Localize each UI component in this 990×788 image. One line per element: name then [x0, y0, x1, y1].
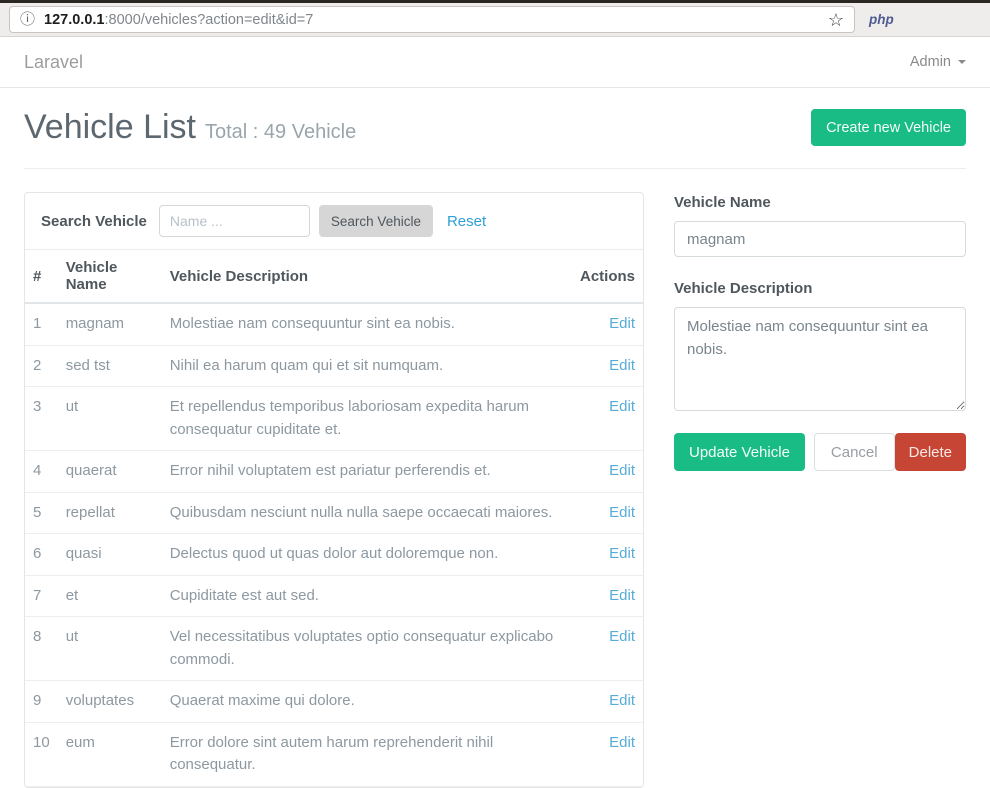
vehicle-name-label: Vehicle Name: [674, 194, 966, 211]
edit-link[interactable]: Edit: [609, 315, 635, 332]
header-number: #: [25, 250, 58, 303]
url-text[interactable]: 127.0.0.1:8000/vehicles?action=edit&id=7: [44, 12, 313, 28]
vehicle-description-cell: Et repellendus temporibus laboriosam exp…: [162, 387, 572, 451]
edit-link[interactable]: Edit: [609, 587, 635, 604]
search-label: Search Vehicle: [41, 213, 147, 230]
table-row: 4 quaerat Error nihil voluptatem est par…: [25, 451, 643, 493]
delete-button[interactable]: Delete: [895, 433, 966, 471]
edit-vehicle-form: Vehicle Name Vehicle Description Molesti…: [674, 192, 966, 788]
search-input[interactable]: [159, 205, 310, 237]
row-number: 10: [25, 722, 58, 786]
edit-link[interactable]: Edit: [609, 504, 635, 521]
row-number: 3: [25, 387, 58, 451]
vehicle-description-cell: Error dolore sint autem harum reprehende…: [162, 722, 572, 786]
header-vehicle-description: Vehicle Description: [162, 250, 572, 303]
table-row: 7 et Cupiditate est aut sed. Edit: [25, 575, 643, 617]
vehicle-description-cell: Quibusdam nesciunt nulla nulla saepe occ…: [162, 492, 572, 534]
vehicle-description-cell: Molestiae nam consequuntur sint ea nobis…: [162, 303, 572, 345]
edit-link[interactable]: Edit: [609, 692, 635, 709]
row-number: 4: [25, 451, 58, 493]
reset-link[interactable]: Reset: [447, 213, 486, 230]
site-info-icon[interactable]: ⓘ: [20, 12, 35, 27]
row-number: 2: [25, 345, 58, 387]
vehicle-description-cell: Error nihil voluptatem est pariatur perf…: [162, 451, 572, 493]
table-row: 1 magnam Molestiae nam consequuntur sint…: [25, 303, 643, 345]
create-new-vehicle-button[interactable]: Create new Vehicle: [811, 109, 966, 146]
header-vehicle-name: Vehicle Name: [58, 250, 162, 303]
search-bar: Search Vehicle Search Vehicle Reset: [25, 193, 643, 250]
search-vehicle-button[interactable]: Search Vehicle: [319, 205, 433, 237]
bookmark-star-icon[interactable]: ☆: [828, 11, 844, 29]
page-title: Vehicle List Total : 49 Vehicle: [24, 108, 356, 147]
vehicle-name-cell: voluptates: [58, 681, 162, 723]
vehicle-description-cell: Cupiditate est aut sed.: [162, 575, 572, 617]
table-row: 9 voluptates Quaerat maxime qui dolore. …: [25, 681, 643, 723]
vehicle-description-label: Vehicle Description: [674, 280, 966, 297]
vehicle-name-cell: eum: [58, 722, 162, 786]
row-number: 7: [25, 575, 58, 617]
vehicle-description-cell: Quaerat maxime qui dolore.: [162, 681, 572, 723]
row-number: 5: [25, 492, 58, 534]
edit-link[interactable]: Edit: [609, 462, 635, 479]
brand-link[interactable]: Laravel: [24, 52, 83, 73]
admin-dropdown-label: Admin: [910, 54, 951, 70]
total-count: Total : 49 Vehicle: [205, 121, 356, 143]
vehicle-name-cell: repellat: [58, 492, 162, 534]
table-row: 6 quasi Delectus quod ut quas dolor aut …: [25, 534, 643, 576]
vehicle-description-cell: Delectus quod ut quas dolor aut doloremq…: [162, 534, 572, 576]
vehicle-name-cell: quasi: [58, 534, 162, 576]
url-path: :8000/vehicles?action=edit&id=7: [105, 12, 314, 28]
page-header: Vehicle List Total : 49 Vehicle Create ne…: [24, 88, 966, 169]
php-extension-icon[interactable]: php: [869, 12, 894, 27]
edit-link[interactable]: Edit: [609, 734, 635, 751]
edit-link[interactable]: Edit: [609, 398, 635, 415]
url-host: 127.0.0.1: [44, 12, 104, 28]
vehicle-list-panel: Search Vehicle Search Vehicle Reset # Ve…: [24, 192, 644, 788]
page-title-text: Vehicle List: [24, 108, 196, 146]
vehicle-description-cell: Nihil ea harum quam qui et sit numquam.: [162, 345, 572, 387]
app-navbar: Laravel Admin: [0, 37, 990, 88]
caret-down-icon: [958, 60, 966, 64]
vehicle-name-input[interactable]: [674, 221, 966, 257]
table-row: 5 repellat Quibusdam nesciunt nulla null…: [25, 492, 643, 534]
vehicle-name-cell: sed tst: [58, 345, 162, 387]
header-actions: Actions: [572, 250, 643, 303]
table-row: 2 sed tst Nihil ea harum quam qui et sit…: [25, 345, 643, 387]
vehicles-table: # Vehicle Name Vehicle Description Actio…: [25, 250, 643, 787]
row-number: 6: [25, 534, 58, 576]
vehicle-name-cell: quaerat: [58, 451, 162, 493]
row-number: 9: [25, 681, 58, 723]
vehicle-name-cell: et: [58, 575, 162, 617]
row-number: 1: [25, 303, 58, 345]
table-header-row: # Vehicle Name Vehicle Description Actio…: [25, 250, 643, 303]
edit-link[interactable]: Edit: [609, 628, 635, 645]
vehicle-name-cell: ut: [58, 387, 162, 451]
address-bar[interactable]: ⓘ 127.0.0.1:8000/vehicles?action=edit&id…: [9, 6, 855, 33]
table-row: 3 ut Et repellendus temporibus laboriosa…: [25, 387, 643, 451]
cancel-button[interactable]: Cancel: [814, 433, 895, 471]
table-row: 10 eum Error dolore sint autem harum rep…: [25, 722, 643, 786]
admin-dropdown[interactable]: Admin: [910, 54, 966, 70]
update-vehicle-button[interactable]: Update Vehicle: [674, 433, 805, 471]
vehicle-description-textarea[interactable]: Molestiae nam consequuntur sint ea nobis…: [674, 307, 966, 411]
edit-link[interactable]: Edit: [609, 357, 635, 374]
edit-link[interactable]: Edit: [609, 545, 635, 562]
vehicle-name-cell: magnam: [58, 303, 162, 345]
browser-toolbar: ⓘ 127.0.0.1:8000/vehicles?action=edit&id…: [0, 3, 990, 37]
form-buttons: Update Vehicle Cancel Delete: [674, 433, 966, 471]
